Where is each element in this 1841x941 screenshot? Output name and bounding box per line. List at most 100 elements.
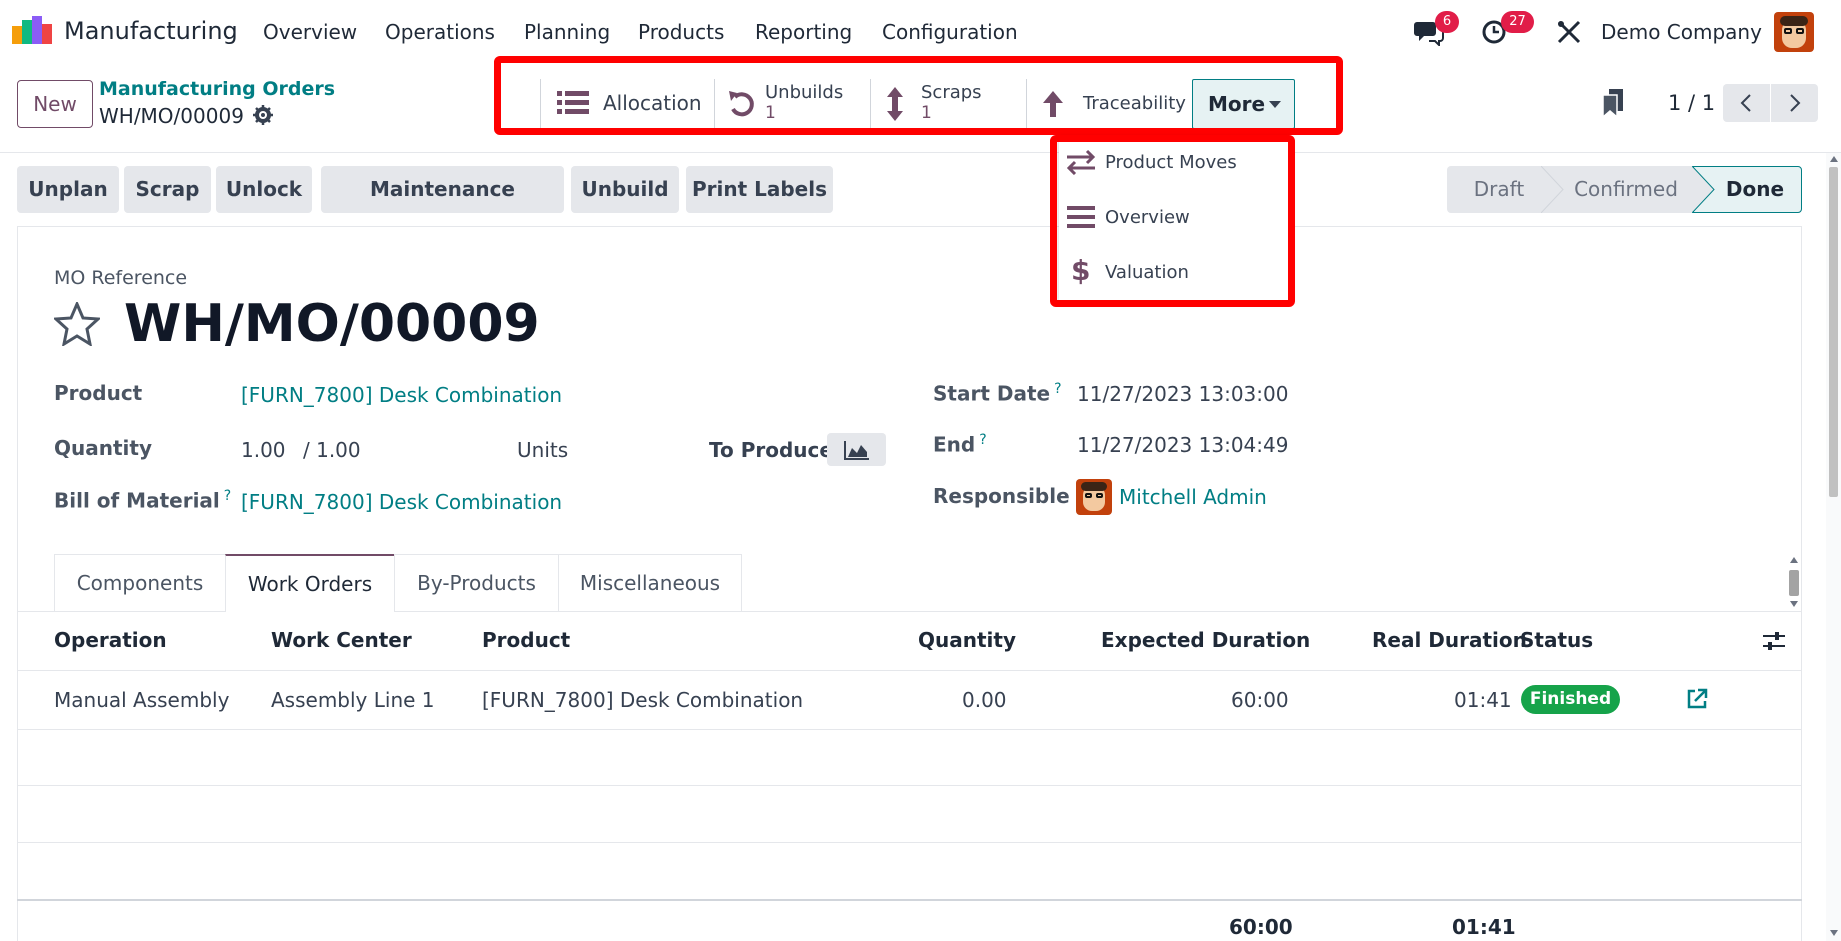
exchange-icon [1066, 149, 1096, 175]
total-real-duration: 01:41 [1452, 915, 1516, 939]
cell-product[interactable]: [FURN_7800] Desk Combination [482, 688, 803, 712]
unbuild-button[interactable]: Unbuild [571, 166, 679, 213]
menu-item-label: Valuation [1105, 262, 1189, 283]
column-settings-icon[interactable] [1763, 631, 1785, 651]
arrow-up-icon [1043, 91, 1063, 117]
mo-reference-label: MO Reference [54, 267, 188, 289]
stage-done[interactable]: Done [1710, 166, 1800, 213]
cell-quantity[interactable]: 0.00 [962, 688, 1007, 712]
scraps-button[interactable]: Scraps 1 [870, 79, 1026, 129]
menu-planning[interactable]: Planning [524, 20, 610, 44]
allocation-button[interactable]: Allocation [540, 79, 714, 129]
menu-item-valuation[interactable]: $ Valuation [1059, 250, 1291, 294]
col-real-duration[interactable]: Real Duration [1372, 628, 1527, 652]
traceability-button[interactable]: Traceability [1026, 79, 1192, 129]
top-navbar: Manufacturing Overview Operations Planni… [0, 0, 1841, 63]
menu-item-label: Product Moves [1105, 152, 1237, 173]
pager-next[interactable] [1771, 84, 1818, 122]
tab-work-orders[interactable]: Work Orders [225, 554, 395, 612]
responsible-label: Responsible [933, 484, 1070, 508]
scroll-down-icon[interactable] [1829, 929, 1839, 937]
quantity-label: Quantity [54, 436, 152, 460]
activities-badge: 27 [1501, 11, 1534, 33]
start-date-help-icon[interactable]: ? [1054, 381, 1061, 397]
unbuilds-button[interactable]: Unbuilds 1 [714, 79, 870, 129]
page-scroll-thumb[interactable] [1829, 167, 1838, 497]
responsible-avatar [1076, 479, 1112, 515]
cell-operation[interactable]: Manual Assembly [54, 688, 229, 712]
stage-confirmed[interactable]: Confirmed [1556, 166, 1696, 213]
forecast-button[interactable] [827, 433, 886, 466]
to-produce-label: To Produce [709, 438, 833, 462]
col-quantity[interactable]: Quantity [918, 628, 1016, 652]
pager-previous[interactable] [1723, 84, 1770, 122]
menu-products[interactable]: Products [638, 20, 724, 44]
end-label: End? [933, 432, 987, 457]
unlock-button[interactable]: Unlock [216, 166, 312, 213]
bom-label: Bill of Material? [54, 488, 232, 513]
cell-work-center[interactable]: Assembly Line 1 [271, 688, 435, 712]
bom-value[interactable]: [FURN_7800] Desk Combination [241, 490, 562, 514]
new-button[interactable]: New [17, 80, 93, 128]
uom-value[interactable]: Units [517, 438, 568, 462]
breadcrumb-parent[interactable]: Manufacturing Orders [99, 78, 335, 100]
external-link-icon[interactable] [1686, 688, 1708, 710]
tab-by-products[interactable]: By-Products [394, 554, 559, 611]
menu-item-overview[interactable]: Overview [1059, 195, 1291, 239]
cell-real-duration[interactable]: 01:41 [1454, 688, 1512, 712]
scroll-up-icon[interactable] [1829, 155, 1839, 163]
caret-down-icon [1269, 101, 1281, 108]
app-name[interactable]: Manufacturing [64, 17, 238, 45]
page-scrollbar[interactable] [1826, 153, 1841, 941]
maintenance-request-button[interactable]: Maintenance Request [321, 166, 564, 248]
scrap-button[interactable]: Scrap [124, 166, 211, 213]
product-value[interactable]: [FURN_7800] Desk Combination [241, 383, 562, 407]
scroll-up-icon[interactable] [1789, 556, 1799, 564]
col-work-center[interactable]: Work Center [271, 628, 412, 652]
menu-operations[interactable]: Operations [385, 20, 495, 44]
arrows-vertical-icon [887, 87, 903, 121]
list-icon [557, 91, 589, 114]
col-product[interactable]: Product [482, 628, 570, 652]
star-icon[interactable] [54, 302, 100, 346]
col-expected-duration[interactable]: Expected Duration [1101, 628, 1310, 652]
company-switcher[interactable]: Demo Company [1601, 20, 1762, 44]
scroll-down-icon[interactable] [1789, 600, 1799, 608]
traceability-label: Traceability [1083, 93, 1186, 114]
print-labels-button[interactable]: Print Labels [686, 166, 833, 213]
manufacturing-app-icon[interactable] [12, 16, 52, 46]
responsible-value[interactable]: Mitchell Admin [1119, 485, 1267, 509]
end-help-icon[interactable]: ? [979, 432, 986, 448]
row-divider [17, 729, 1802, 730]
stage-draft[interactable]: Draft [1447, 166, 1551, 213]
end-value[interactable]: 11/27/2023 13:04:49 [1077, 433, 1288, 457]
menu-overview[interactable]: Overview [263, 20, 357, 44]
more-label: More [1208, 92, 1266, 116]
menu-reporting[interactable]: Reporting [755, 20, 852, 44]
menu-item-product-moves[interactable]: Product Moves [1059, 140, 1291, 184]
cell-expected-duration[interactable]: 60:00 [1231, 688, 1289, 712]
menu-configuration[interactable]: Configuration [882, 20, 1018, 44]
allocation-label: Allocation [603, 91, 702, 115]
unplan-button[interactable]: Unplan [17, 166, 119, 213]
col-status[interactable]: Status [1520, 628, 1593, 652]
pager-value[interactable]: 1 / 1 [1668, 91, 1715, 115]
user-avatar[interactable] [1774, 12, 1814, 52]
quantity-value[interactable]: 1.00 [241, 438, 286, 462]
bars-icon [1067, 206, 1095, 228]
more-button[interactable]: More [1192, 79, 1295, 129]
attachment-icon[interactable] [1603, 89, 1625, 119]
tools-icon[interactable] [1556, 19, 1582, 45]
row-divider [17, 842, 1802, 843]
gear-icon[interactable] [253, 105, 273, 125]
start-date-value[interactable]: 11/27/2023 13:03:00 [1077, 382, 1288, 406]
col-operation[interactable]: Operation [54, 628, 167, 652]
unbuilds-label: Unbuilds [765, 82, 844, 103]
quantity-total: / 1.00 [303, 438, 361, 462]
tabs-scroll-thumb[interactable] [1789, 570, 1799, 596]
tab-components[interactable]: Components [54, 554, 226, 611]
dollar-icon: $ [1071, 254, 1091, 287]
tab-miscellaneous[interactable]: Miscellaneous [558, 554, 742, 611]
tabs-scrollbar[interactable] [1787, 556, 1801, 608]
bom-help-icon[interactable]: ? [224, 488, 231, 504]
